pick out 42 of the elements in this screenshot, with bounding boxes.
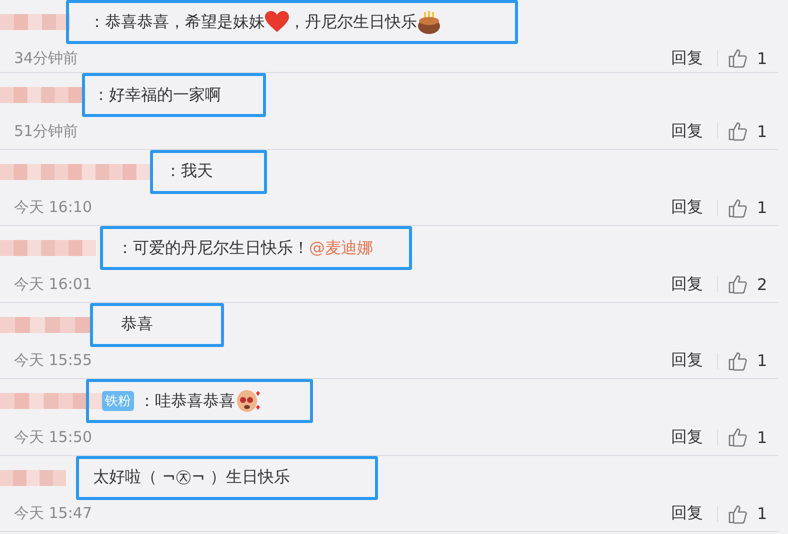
reply-button[interactable]: 回复 bbox=[671, 350, 703, 371]
fan-badge: 铁粉 bbox=[102, 391, 134, 411]
thumbs-up-icon bbox=[728, 427, 748, 447]
blurred-username bbox=[0, 468, 66, 488]
thumbs-up-icon bbox=[728, 121, 748, 141]
comment-time: 今天 15:50 bbox=[13, 428, 93, 446]
reply-button[interactable]: 回复 bbox=[671, 426, 703, 448]
comment-text: ，丹尼尔生日快乐 bbox=[289, 12, 417, 32]
thumbs-up-icon bbox=[728, 504, 748, 524]
thumbs-up-icon bbox=[728, 350, 748, 370]
comment-text: ：可爱的丹尼尔生日快乐！ bbox=[117, 238, 309, 258]
thumbs-up-icon bbox=[728, 274, 748, 294]
like-button[interactable]: 1 bbox=[728, 48, 778, 68]
comment-time: 今天 16:10 bbox=[13, 198, 93, 217]
like-button[interactable]: 1 bbox=[728, 504, 778, 524]
comment-text: ：哇恭喜恭喜 bbox=[139, 390, 235, 412]
reply-button[interactable]: 回复 bbox=[671, 120, 703, 142]
reply-button[interactable]: 回复 bbox=[671, 48, 703, 68]
reply-button[interactable]: 回复 bbox=[671, 274, 703, 294]
heart-icon bbox=[265, 11, 289, 33]
blurred-username bbox=[0, 12, 70, 32]
comment-text: ：我天 bbox=[165, 161, 213, 182]
like-button[interactable]: 2 bbox=[728, 274, 778, 294]
comment-text: ：好幸福的一家啊 bbox=[93, 84, 221, 106]
comment-text: ：恭喜恭喜，希望是妹妹 bbox=[89, 12, 265, 32]
thumbs-up-icon bbox=[728, 198, 748, 218]
reply-button[interactable]: 回复 bbox=[671, 197, 703, 218]
comment-time: 今天 16:01 bbox=[13, 274, 93, 294]
sticker-icon bbox=[235, 389, 261, 413]
comment-time: 今天 15:55 bbox=[13, 351, 93, 370]
like-button[interactable]: 1 bbox=[728, 198, 778, 218]
cake-icon bbox=[417, 10, 441, 34]
comment-text: 太好啦（ ¬㉨¬ ）生日快乐 bbox=[93, 467, 290, 488]
comment-time: 34分钟前 bbox=[13, 48, 80, 68]
reply-button[interactable]: 回复 bbox=[671, 503, 703, 524]
thumbs-up-icon bbox=[728, 48, 748, 68]
comment-time: 今天 15:47 bbox=[13, 504, 93, 523]
like-button[interactable]: 1 bbox=[728, 350, 778, 370]
comment-time: 51分钟前 bbox=[13, 122, 80, 140]
like-button[interactable]: 1 bbox=[728, 427, 778, 447]
like-button[interactable]: 1 bbox=[728, 121, 778, 141]
comment-text: 恭喜 bbox=[121, 314, 153, 335]
